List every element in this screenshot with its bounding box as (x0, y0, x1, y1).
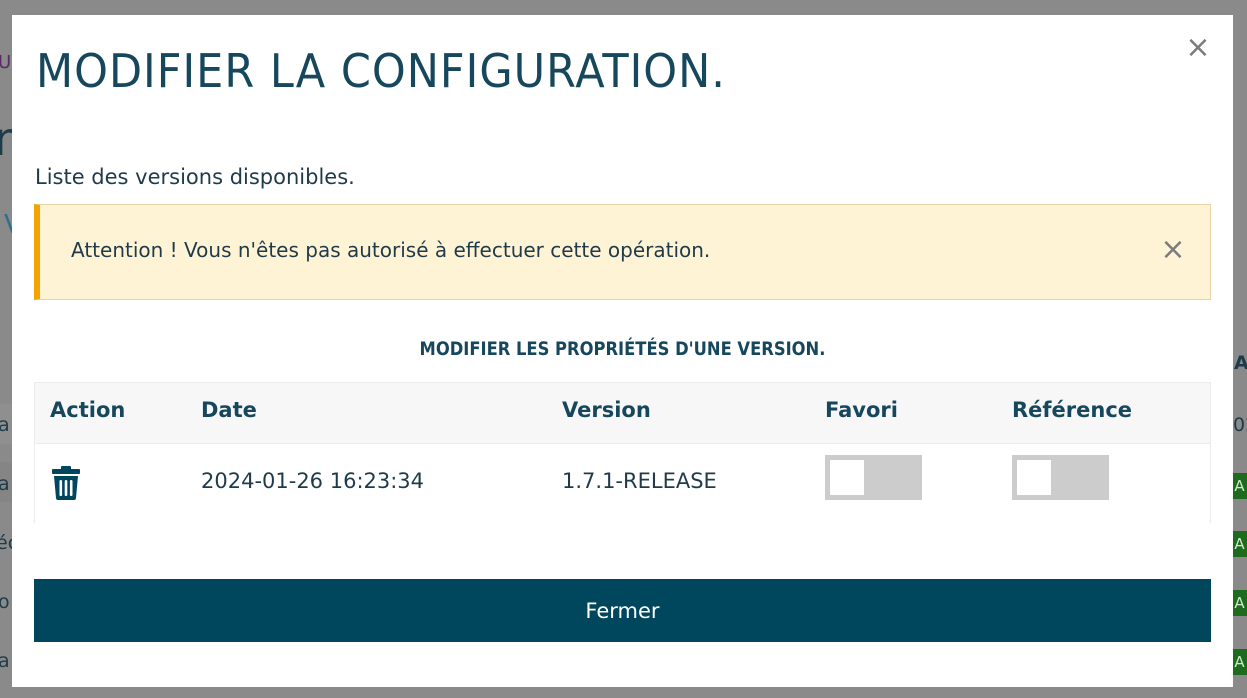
modal-title: MODIFIER LA CONFIGURATION. (36, 45, 726, 99)
alert-close-icon[interactable]: × (1158, 234, 1188, 266)
column-header-favori: Favori (825, 398, 898, 422)
column-header-reference: Référence (1012, 398, 1133, 422)
background-text: o (0, 591, 10, 613)
background-text: AS (1234, 352, 1247, 374)
versions-table: Action Date Version Favori Référence 202… (34, 382, 1211, 523)
configuration-modal: × MODIFIER LA CONFIGURATION. Liste des v… (12, 15, 1233, 687)
background-text: a (0, 414, 10, 436)
column-header-action: Action (50, 398, 126, 422)
row-version: 1.7.1-RELEASE (562, 469, 717, 493)
column-header-version: Version (562, 398, 651, 422)
section-title: MODIFIER LES PROPRIÉTÉS D'UNE VERSION. (419, 338, 826, 360)
column-header-date: Date (201, 398, 257, 422)
reference-toggle[interactable] (1012, 455, 1109, 500)
table-header: Action Date Version Favori Référence (35, 383, 1210, 443)
modal-close-icon[interactable]: × (1184, 33, 1212, 63)
background-text: a (0, 473, 10, 495)
versions-subtitle: Liste des versions disponibles. (35, 165, 355, 189)
alert-text: Attention ! Vous n'êtes pas autorisé à e… (71, 238, 711, 262)
background-text: a (0, 650, 10, 672)
warning-alert: Attention ! Vous n'êtes pas autorisé à e… (34, 204, 1211, 300)
toggle-knob (1017, 460, 1051, 495)
favori-toggle[interactable] (825, 455, 922, 500)
background-text: 02 (1233, 414, 1247, 436)
row-date: 2024-01-26 16:23:34 (201, 469, 425, 493)
table-row: 2024-01-26 16:23:34 1.7.1-RELEASE (35, 443, 1210, 523)
toggle-knob (830, 460, 864, 495)
trash-icon[interactable] (51, 466, 81, 500)
close-button[interactable]: Fermer (34, 579, 1211, 642)
